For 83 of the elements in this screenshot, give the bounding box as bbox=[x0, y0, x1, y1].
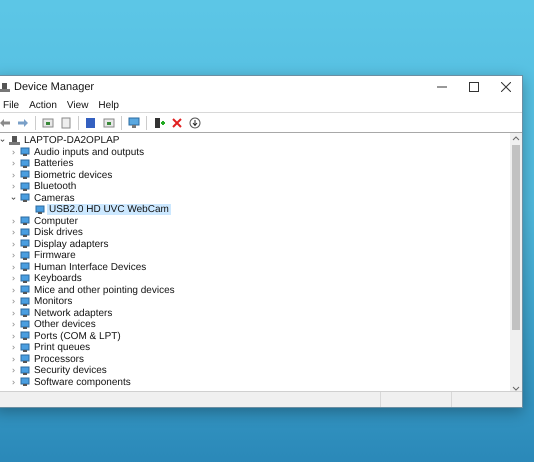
device-icon bbox=[20, 147, 30, 158]
chevron-right-icon[interactable] bbox=[11, 322, 16, 328]
device-icon bbox=[35, 204, 45, 215]
back-arrow-icon[interactable] bbox=[0, 116, 11, 128]
chevron-right-icon[interactable] bbox=[11, 242, 16, 247]
menu-item[interactable]: View bbox=[62, 100, 94, 110]
tree-item[interactable]: Human Interface Devices bbox=[32, 262, 148, 273]
chevron-right-icon[interactable] bbox=[11, 288, 16, 293]
device-icon bbox=[20, 262, 30, 272]
device-icon bbox=[20, 216, 30, 226]
device-icon bbox=[20, 366, 30, 376]
device-icon bbox=[20, 308, 30, 318]
tree-item[interactable]: Mice and other pointing devices bbox=[32, 284, 177, 296]
device-icon bbox=[20, 158, 30, 169]
tree-item[interactable]: Cameras bbox=[32, 192, 77, 204]
menu-item[interactable]: Help bbox=[93, 100, 124, 110]
chevron-right-icon[interactable] bbox=[11, 172, 16, 178]
chevron-right-icon[interactable] bbox=[11, 356, 16, 362]
device-icon bbox=[20, 320, 30, 330]
tree-item[interactable]: Firmware bbox=[32, 250, 78, 262]
window-title: Device Manager bbox=[14, 81, 96, 93]
tree-item[interactable]: Computer bbox=[32, 216, 80, 227]
computer-icon bbox=[9, 135, 20, 146]
tree-item[interactable]: Keyboards bbox=[32, 273, 84, 284]
chevron-down-icon[interactable] bbox=[0, 138, 5, 144]
chevron-right-icon[interactable] bbox=[11, 334, 16, 339]
menu-item[interactable]: File bbox=[0, 100, 24, 110]
device-icon bbox=[20, 193, 30, 204]
device-icon bbox=[20, 377, 30, 388]
tree-item[interactable]: Network adapters bbox=[32, 308, 114, 319]
properties-icon[interactable] bbox=[42, 116, 54, 128]
tree-item[interactable]: Processors bbox=[32, 354, 86, 365]
chevron-right-icon[interactable] bbox=[11, 299, 16, 304]
device-icon bbox=[20, 331, 30, 342]
close-icon[interactable] bbox=[171, 116, 183, 128]
chevron-right-icon[interactable] bbox=[11, 150, 16, 155]
tree-item[interactable]: Software components bbox=[32, 376, 133, 388]
window-icon[interactable] bbox=[103, 116, 115, 128]
forward-arrow-icon[interactable] bbox=[17, 116, 29, 128]
menu-item[interactable]: Action bbox=[24, 100, 62, 110]
chevron-right-icon[interactable] bbox=[11, 276, 16, 282]
close-icon bbox=[501, 82, 511, 92]
tree-item[interactable]: Batteries bbox=[32, 158, 76, 170]
tree-item[interactable]: USB2.0 HD UVC WebCam bbox=[47, 204, 171, 216]
chevron-right-icon[interactable] bbox=[11, 230, 16, 236]
maximize-icon bbox=[469, 82, 479, 92]
tree-item[interactable]: Disk drives bbox=[32, 227, 85, 238]
chevron-right-icon[interactable] bbox=[11, 264, 16, 270]
tree-item[interactable]: Biometric devices bbox=[32, 170, 114, 181]
chevron-right-icon[interactable] bbox=[11, 380, 16, 385]
device-icon bbox=[20, 228, 30, 238]
chevron-right-icon[interactable] bbox=[11, 368, 16, 374]
scrollbar[interactable] bbox=[510, 133, 522, 391]
device-icon bbox=[20, 342, 30, 353]
device-icon bbox=[20, 170, 30, 180]
tree-item[interactable]: Other devices bbox=[32, 319, 98, 330]
device-icon bbox=[20, 239, 30, 250]
tree-item[interactable]: Monitors bbox=[32, 296, 74, 308]
chevron-right-icon[interactable] bbox=[11, 253, 16, 258]
chevron-right-icon[interactable] bbox=[11, 161, 16, 166]
tree-item[interactable]: Audio inputs and outputs bbox=[32, 146, 146, 158]
tree-item[interactable]: Security devices bbox=[32, 365, 109, 376]
chevron-right-icon[interactable] bbox=[11, 218, 16, 224]
tree-item[interactable]: Display adapters bbox=[32, 238, 110, 250]
computer-icon bbox=[0, 82, 10, 92]
chevron-right-icon[interactable] bbox=[11, 184, 16, 190]
device-icon bbox=[20, 296, 30, 307]
chevron-right-icon[interactable] bbox=[11, 310, 16, 316]
chevron-right-icon[interactable] bbox=[11, 345, 16, 350]
tree-item[interactable]: Print queues bbox=[32, 342, 92, 354]
tree-item[interactable]: LAPTOP-DA2OPLAP bbox=[22, 135, 122, 146]
device-icon bbox=[20, 285, 30, 296]
document-icon[interactable] bbox=[60, 116, 72, 128]
add-device-icon[interactable] bbox=[153, 116, 165, 128]
download-icon[interactable] bbox=[189, 116, 201, 128]
device-icon bbox=[20, 250, 30, 261]
monitor-icon[interactable] bbox=[128, 116, 140, 128]
device-icon bbox=[20, 182, 30, 192]
chevron-down-icon[interactable] bbox=[11, 196, 16, 201]
tree-item[interactable]: Ports (COM & LPT) bbox=[32, 330, 123, 342]
tree-item[interactable]: Bluetooth bbox=[32, 181, 78, 192]
device-icon bbox=[20, 354, 30, 364]
device-icon bbox=[20, 274, 30, 284]
